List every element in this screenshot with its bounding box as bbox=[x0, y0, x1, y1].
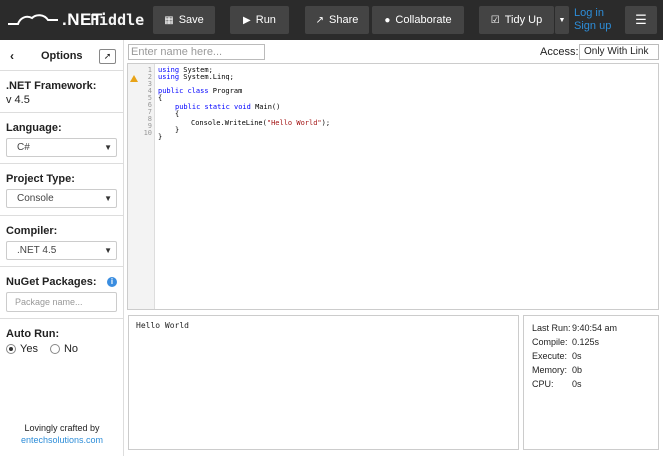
auto-run-yes-radio[interactable] bbox=[6, 344, 16, 354]
auto-run-options: Yes No bbox=[6, 343, 78, 355]
compiler-section: Compiler: .NET 4.5 ▼ bbox=[0, 215, 124, 266]
code-line: } bbox=[158, 133, 163, 141]
nuget-label: NuGet Packages: bbox=[6, 276, 97, 288]
options-header: ‹ Options ➚ bbox=[0, 46, 124, 68]
framework-label: .NET Framework: bbox=[6, 80, 97, 92]
project-type-select-value: Console bbox=[17, 193, 54, 204]
code-line: } bbox=[175, 126, 180, 134]
project-type-section: Project Type: Console ▼ bbox=[0, 163, 124, 215]
language-select[interactable]: C# ▼ bbox=[6, 138, 117, 157]
credit: Lovingly crafted by entechsolutions.com bbox=[0, 422, 124, 446]
menu-button[interactable]: ☰ bbox=[625, 6, 657, 34]
save-button-label: Save bbox=[178, 14, 204, 26]
framework-value: v 4.5 bbox=[6, 94, 30, 106]
compiler-select[interactable]: .NET 4.5 ▼ bbox=[6, 241, 117, 260]
info-icon[interactable]: i bbox=[107, 277, 117, 287]
stat-last-run: Last Run:9:40:54 am bbox=[532, 323, 618, 333]
credit-link[interactable]: entechsolutions.com bbox=[0, 434, 124, 446]
tidy-up-button-label: Tidy Up bbox=[504, 14, 543, 26]
chevron-left-icon[interactable]: ‹ bbox=[10, 49, 14, 63]
checkbox-icon: ☑ bbox=[490, 14, 500, 26]
access-label: Access: bbox=[540, 46, 579, 58]
run-button[interactable]: ▶ Run bbox=[230, 6, 289, 34]
app-logo[interactable]: .NET Fiddle bbox=[6, 8, 156, 32]
auto-run-label: Auto Run: bbox=[6, 328, 60, 340]
code-line: using System.Linq; bbox=[158, 73, 234, 81]
code-line: public static void Main() bbox=[175, 103, 281, 111]
stat-memory: Memory: 0b bbox=[532, 365, 583, 375]
caret-down-icon: ▼ bbox=[558, 16, 566, 24]
project-type-select[interactable]: Console ▼ bbox=[6, 189, 117, 208]
language-section: Language: C# ▼ bbox=[0, 112, 124, 163]
code-line: { bbox=[175, 110, 180, 118]
share-button[interactable]: ↗ Share bbox=[305, 6, 369, 34]
logo-overlay-text: Fiddle bbox=[90, 11, 145, 29]
collaborate-button[interactable]: ● Collaborate bbox=[372, 6, 464, 34]
hamburger-menu-icon: ☰ bbox=[635, 12, 647, 27]
play-icon: ▶ bbox=[243, 14, 251, 26]
caret-down-icon: ▼ bbox=[104, 143, 112, 152]
language-select-value: C# bbox=[17, 142, 30, 153]
access-select[interactable]: Only With Link bbox=[579, 44, 659, 60]
line-number-gutter: 1 2 3 4 5 6 7 8 9 10 bbox=[128, 64, 155, 309]
auto-run-no-radio[interactable] bbox=[49, 344, 60, 354]
run-button-label: Run bbox=[255, 14, 276, 26]
nuget-section: NuGet Packages: i Package name... bbox=[0, 266, 124, 318]
options-title: Options bbox=[41, 50, 83, 62]
stat-execute: Execute: 0s bbox=[532, 351, 582, 361]
share-button-label: Share bbox=[329, 14, 359, 26]
code-line: Console.WriteLine("Hello World"); bbox=[191, 119, 331, 127]
cloud-logo-icon bbox=[8, 14, 58, 25]
auto-run-yes-label: Yes bbox=[20, 343, 38, 355]
run-stats-panel: Last Run:9:40:54 am Compile: 0.125s Execu… bbox=[523, 315, 659, 450]
compiler-select-value: .NET 4.5 bbox=[17, 245, 57, 256]
framework-section: .NET Framework: v 4.5 bbox=[0, 70, 124, 112]
tidy-up-button[interactable]: ☑ Tidy Up bbox=[479, 6, 554, 34]
package-name-input[interactable]: Package name... bbox=[6, 292, 117, 312]
project-type-label: Project Type: bbox=[6, 173, 75, 185]
floppy-disk-icon: ▦ bbox=[164, 14, 174, 26]
code-line: { bbox=[158, 94, 163, 102]
signup-link[interactable]: Sign up bbox=[574, 20, 611, 33]
line-number: 10 bbox=[143, 129, 152, 137]
caret-down-icon: ▼ bbox=[104, 194, 112, 203]
options-sidebar: ‹ Options ➚ .NET Framework: v 4.5 Langua… bbox=[0, 40, 124, 456]
tidy-up-dropdown-button[interactable]: ▼ bbox=[555, 6, 569, 34]
pin-icon[interactable]: ➚ bbox=[99, 49, 116, 64]
warning-icon[interactable] bbox=[130, 75, 138, 82]
top-toolbar: .NET Fiddle ▦ Save ▶ Run ↗ Share ● Colla… bbox=[0, 0, 663, 40]
auto-run-section: Auto Run: Yes No bbox=[0, 318, 124, 368]
auth-links: Log in Sign up bbox=[574, 7, 611, 33]
share-icon: ↗ bbox=[315, 14, 325, 26]
user-icon: ● bbox=[384, 14, 391, 26]
collaborate-button-label: Collaborate bbox=[395, 14, 452, 26]
output-text: Hello World bbox=[136, 321, 189, 330]
login-link[interactable]: Log in bbox=[574, 7, 611, 20]
save-button[interactable]: ▦ Save bbox=[153, 6, 215, 34]
stat-compile: Compile: 0.125s bbox=[532, 337, 600, 347]
credit-text: Lovingly crafted by bbox=[24, 423, 100, 433]
auto-run-no-label: No bbox=[63, 343, 79, 355]
compiler-label: Compiler: bbox=[6, 225, 58, 237]
output-panel[interactable]: Hello World bbox=[128, 315, 519, 450]
fiddle-name-input[interactable]: Enter name here... bbox=[128, 44, 265, 60]
caret-down-icon: ▼ bbox=[104, 246, 112, 255]
code-line: public class Program bbox=[158, 87, 243, 95]
language-label: Language: bbox=[6, 122, 62, 134]
stat-cpu: CPU: 0s bbox=[532, 379, 582, 389]
code-editor[interactable]: 1 2 3 4 5 6 7 8 9 10 using System; using… bbox=[127, 63, 659, 310]
